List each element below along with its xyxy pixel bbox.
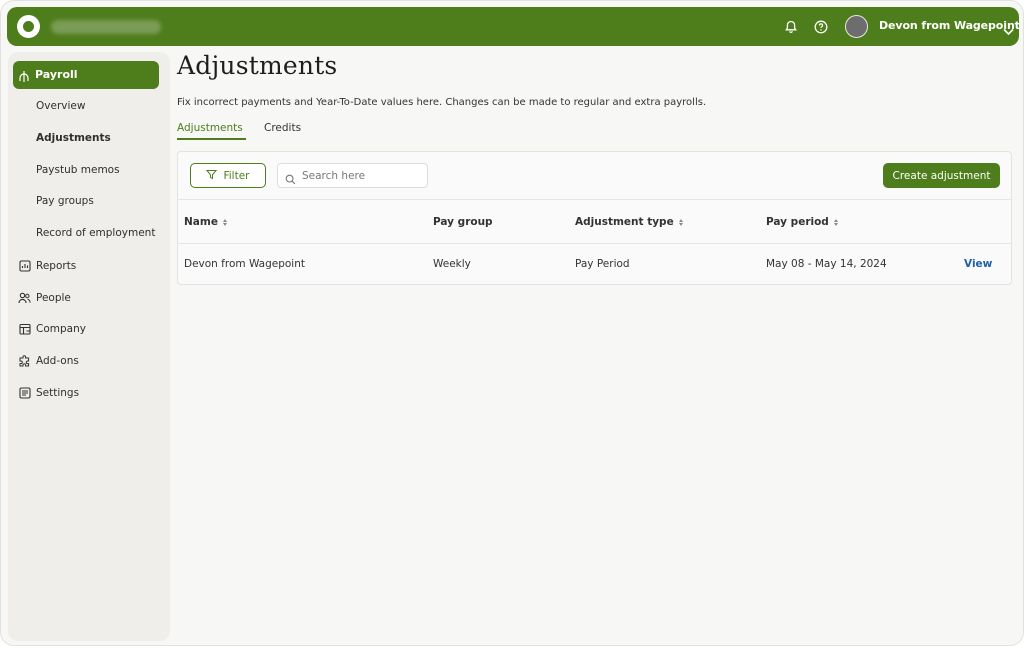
filter-button[interactable]: Filter — [190, 163, 266, 188]
sidebar-item-reports[interactable]: Reports — [18, 257, 76, 275]
sort-icon[interactable] — [222, 218, 227, 226]
column-header-label: Adjustment type — [575, 216, 674, 228]
sidebar-subitem-pay-groups[interactable]: Pay groups — [36, 195, 94, 207]
column-header-label: Pay group — [433, 216, 493, 228]
sidebar-subitem-overview[interactable]: Overview — [36, 100, 85, 112]
divider — [178, 199, 1011, 200]
column-header-adjustment-type[interactable]: Adjustment type — [575, 216, 683, 228]
filter-button-label: Filter — [223, 169, 250, 182]
filter-icon — [206, 169, 218, 183]
settings-icon — [18, 387, 31, 400]
page-title: Adjustments — [177, 51, 338, 80]
sidebar-subitem-paystub-memos[interactable]: Paystub memos — [36, 164, 120, 176]
sidebar-item-label: People — [36, 292, 71, 304]
people-icon — [18, 292, 31, 305]
puzzle-icon — [18, 354, 31, 368]
cell-pay-group: Weekly — [433, 258, 471, 270]
tab-credits[interactable]: Credits — [264, 122, 301, 134]
tab-adjustments[interactable]: Adjustments — [177, 122, 243, 134]
column-header-name[interactable]: Name — [184, 216, 227, 228]
payroll-icon — [18, 68, 30, 87]
sidebar-item-label: Reports — [36, 260, 77, 272]
chevron-down-icon[interactable] — [1003, 21, 1014, 40]
column-header-pay-group: Pay group — [433, 216, 493, 228]
sidebar-item-payroll[interactable]: Payroll — [13, 61, 159, 89]
sidebar-item-label: Add-ons — [36, 355, 79, 367]
sidebar-item-label: Company — [36, 323, 86, 335]
sidebar-subitem-record-of-employment[interactable]: Record of employment — [36, 227, 155, 239]
view-link[interactable]: View — [964, 258, 992, 270]
user-name[interactable]: Devon from Wagepoint — [879, 19, 1020, 32]
sort-icon[interactable] — [833, 218, 838, 226]
company-icon — [18, 323, 31, 336]
app-window: Devon from Wagepoint Payroll Overview Ad… — [0, 0, 1024, 646]
reports-icon — [18, 260, 31, 273]
adjustments-card: Filter Create adjustment Name Pay group … — [177, 151, 1012, 285]
active-tab-indicator — [177, 138, 246, 140]
sort-icon[interactable] — [678, 218, 683, 226]
sidebar-item-label: Payroll — [35, 68, 78, 81]
column-header-label: Name — [184, 216, 218, 228]
company-name-redacted — [51, 20, 161, 34]
cell-pay-period: May 08 - May 14, 2024 — [766, 258, 887, 270]
top-bar: Devon from Wagepoint — [7, 7, 1020, 46]
sidebar-item-add-ons[interactable]: Add-ons — [18, 352, 79, 370]
wagepoint-logo-icon[interactable] — [17, 15, 40, 38]
column-header-pay-period[interactable]: Pay period — [766, 216, 838, 228]
avatar[interactable] — [845, 15, 868, 38]
sidebar: Payroll Overview Adjustments Paystub mem… — [8, 52, 170, 641]
cell-adjustment-type: Pay Period — [575, 258, 630, 270]
sidebar-item-label: Settings — [36, 387, 80, 399]
sidebar-item-company[interactable]: Company — [18, 320, 86, 338]
help-icon[interactable] — [813, 19, 829, 35]
sidebar-item-people[interactable]: People — [18, 289, 71, 307]
sidebar-subitem-adjustments[interactable]: Adjustments — [36, 132, 111, 144]
column-header-label: Pay period — [766, 216, 829, 228]
bell-icon[interactable] — [783, 19, 799, 35]
create-adjustment-button[interactable]: Create adjustment — [883, 163, 1000, 188]
search-icon — [285, 170, 296, 189]
page-description: Fix incorrect payments and Year-To-Date … — [177, 97, 707, 108]
search-box[interactable] — [277, 163, 428, 188]
cell-name: Devon from Wagepoint — [184, 258, 305, 270]
search-input[interactable] — [302, 168, 422, 184]
divider — [178, 243, 1011, 244]
sidebar-item-settings[interactable]: Settings — [18, 384, 79, 402]
